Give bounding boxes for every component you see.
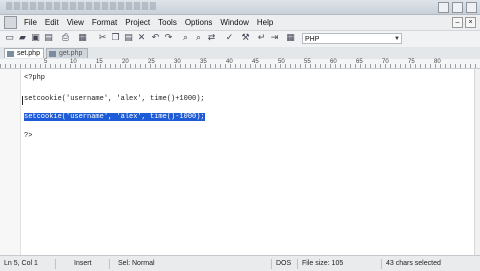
language-select[interactable]: PHP ▼ bbox=[302, 33, 402, 44]
status-file-size: File size: 105 bbox=[302, 259, 382, 269]
ruler-tick: 45 bbox=[252, 59, 259, 65]
php-file-icon bbox=[49, 51, 56, 57]
menu-project[interactable]: Project bbox=[121, 18, 154, 27]
undo-icon[interactable]: ↶ bbox=[150, 33, 161, 44]
ruler-tick: 70 bbox=[382, 59, 389, 65]
tab-label: get.php bbox=[59, 50, 83, 57]
menu-file[interactable]: File bbox=[20, 18, 41, 27]
status-selection-mode: Sel: Normal bbox=[118, 259, 272, 269]
vertical-scrollbar[interactable] bbox=[474, 69, 480, 255]
save-icon[interactable]: ▣ bbox=[30, 33, 41, 44]
ruler: 5 10 15 20 25 30 35 40 45 50 55 60 65 70… bbox=[0, 59, 480, 69]
indent-icon[interactable]: ⇥ bbox=[269, 33, 280, 44]
status-line-endings: DOS bbox=[276, 259, 298, 269]
print-preview-icon[interactable]: ▦ bbox=[77, 33, 88, 44]
ruler-tick: 5 bbox=[44, 59, 48, 65]
wrench-icon[interactable]: ⚒ bbox=[240, 33, 251, 44]
print-icon[interactable]: ⎙ bbox=[60, 33, 71, 44]
menu-view[interactable]: View bbox=[63, 18, 88, 27]
menu-format[interactable]: Format bbox=[88, 18, 121, 27]
save-all-icon[interactable]: ▤ bbox=[43, 33, 54, 44]
find-icon[interactable]: ⌕ bbox=[180, 33, 191, 44]
close-button[interactable] bbox=[466, 2, 477, 13]
ruler-tick: 25 bbox=[148, 59, 155, 65]
menu-tools[interactable]: Tools bbox=[154, 18, 181, 27]
spell-check-icon[interactable]: ✓ bbox=[224, 33, 235, 44]
new-file-icon[interactable]: ▭ bbox=[4, 33, 15, 44]
cut-icon[interactable]: ✂ bbox=[97, 33, 108, 44]
code-line-setcookie-2-selected[interactable]: setcookie('username', 'alex', time()-100… bbox=[24, 113, 205, 121]
doc-minimize-button[interactable]: – bbox=[452, 17, 463, 28]
language-value: PHP bbox=[305, 36, 320, 43]
word-wrap-icon[interactable]: ↵ bbox=[256, 33, 267, 44]
copy-icon[interactable]: ❐ bbox=[110, 33, 121, 44]
delete-icon[interactable]: ✕ bbox=[136, 33, 147, 44]
ruler-toggle-icon[interactable]: ▦ bbox=[285, 33, 296, 44]
redo-icon[interactable]: ↷ bbox=[163, 33, 174, 44]
document-controls: – × bbox=[452, 17, 476, 28]
ruler-tick: 65 bbox=[356, 59, 363, 65]
status-mode: Insert bbox=[74, 259, 110, 269]
minimize-button[interactable] bbox=[438, 2, 449, 13]
open-folder-icon[interactable]: ▰ bbox=[17, 33, 28, 44]
code-line-close-tag[interactable]: ?> bbox=[24, 132, 32, 140]
tab-set-php[interactable]: set.php bbox=[4, 48, 44, 58]
code-line-open-tag[interactable]: <?php bbox=[24, 74, 45, 82]
code-editor[interactable]: <?php setcookie('username', 'alex', time… bbox=[0, 69, 474, 255]
toolbar: ▭ ▰ ▣ ▤ ⎙ ▦ ✂ ❐ ▤ ✕ ↶ ↷ ⌕ ⌕ ⇄ ✓ ⚒ ↵ ⇥ ▦ … bbox=[0, 31, 480, 48]
tab-get-php[interactable]: get.php bbox=[46, 48, 88, 58]
status-chars-selected: 43 chars selected bbox=[386, 260, 441, 267]
status-position: Ln 5, Col 1 bbox=[4, 259, 56, 269]
ruler-tick: 80 bbox=[434, 59, 441, 65]
chevron-down-icon: ▼ bbox=[394, 36, 400, 42]
menu-options[interactable]: Options bbox=[181, 18, 217, 27]
ruler-tick: 40 bbox=[226, 59, 233, 65]
find-next-icon[interactable]: ⌕ bbox=[193, 33, 204, 44]
php-file-icon bbox=[7, 51, 14, 57]
maximize-button[interactable] bbox=[452, 2, 463, 13]
tab-label: set.php bbox=[17, 50, 40, 57]
ruler-tick: 55 bbox=[304, 59, 311, 65]
menu-bar: File Edit View Format Project Tools Opti… bbox=[0, 15, 480, 31]
window-controls bbox=[438, 2, 477, 13]
text-cursor bbox=[22, 96, 23, 105]
paste-icon[interactable]: ▤ bbox=[123, 33, 134, 44]
ruler-tick: 75 bbox=[408, 59, 415, 65]
title-bar bbox=[0, 0, 480, 15]
ruler-tick: 50 bbox=[278, 59, 285, 65]
window-title bbox=[6, 2, 156, 10]
menu-window[interactable]: Window bbox=[216, 18, 252, 27]
ruler-tick: 60 bbox=[330, 59, 337, 65]
ruler-tick: 35 bbox=[200, 59, 207, 65]
ruler-tick: 20 bbox=[122, 59, 129, 65]
menu-help[interactable]: Help bbox=[253, 18, 277, 27]
doc-close-button[interactable]: × bbox=[465, 17, 476, 28]
ruler-tick: 10 bbox=[70, 59, 77, 65]
code-line-setcookie-1[interactable]: setcookie('username', 'alex', time()+100… bbox=[24, 95, 205, 103]
ruler-tick: 30 bbox=[174, 59, 181, 65]
menu-edit[interactable]: Edit bbox=[41, 18, 63, 27]
app-icon[interactable] bbox=[4, 16, 17, 29]
status-bar: Ln 5, Col 1 Insert Sel: Normal DOS File … bbox=[0, 255, 480, 271]
replace-icon[interactable]: ⇄ bbox=[206, 33, 217, 44]
line-gutter bbox=[0, 69, 21, 255]
ruler-tick: 15 bbox=[96, 59, 103, 65]
